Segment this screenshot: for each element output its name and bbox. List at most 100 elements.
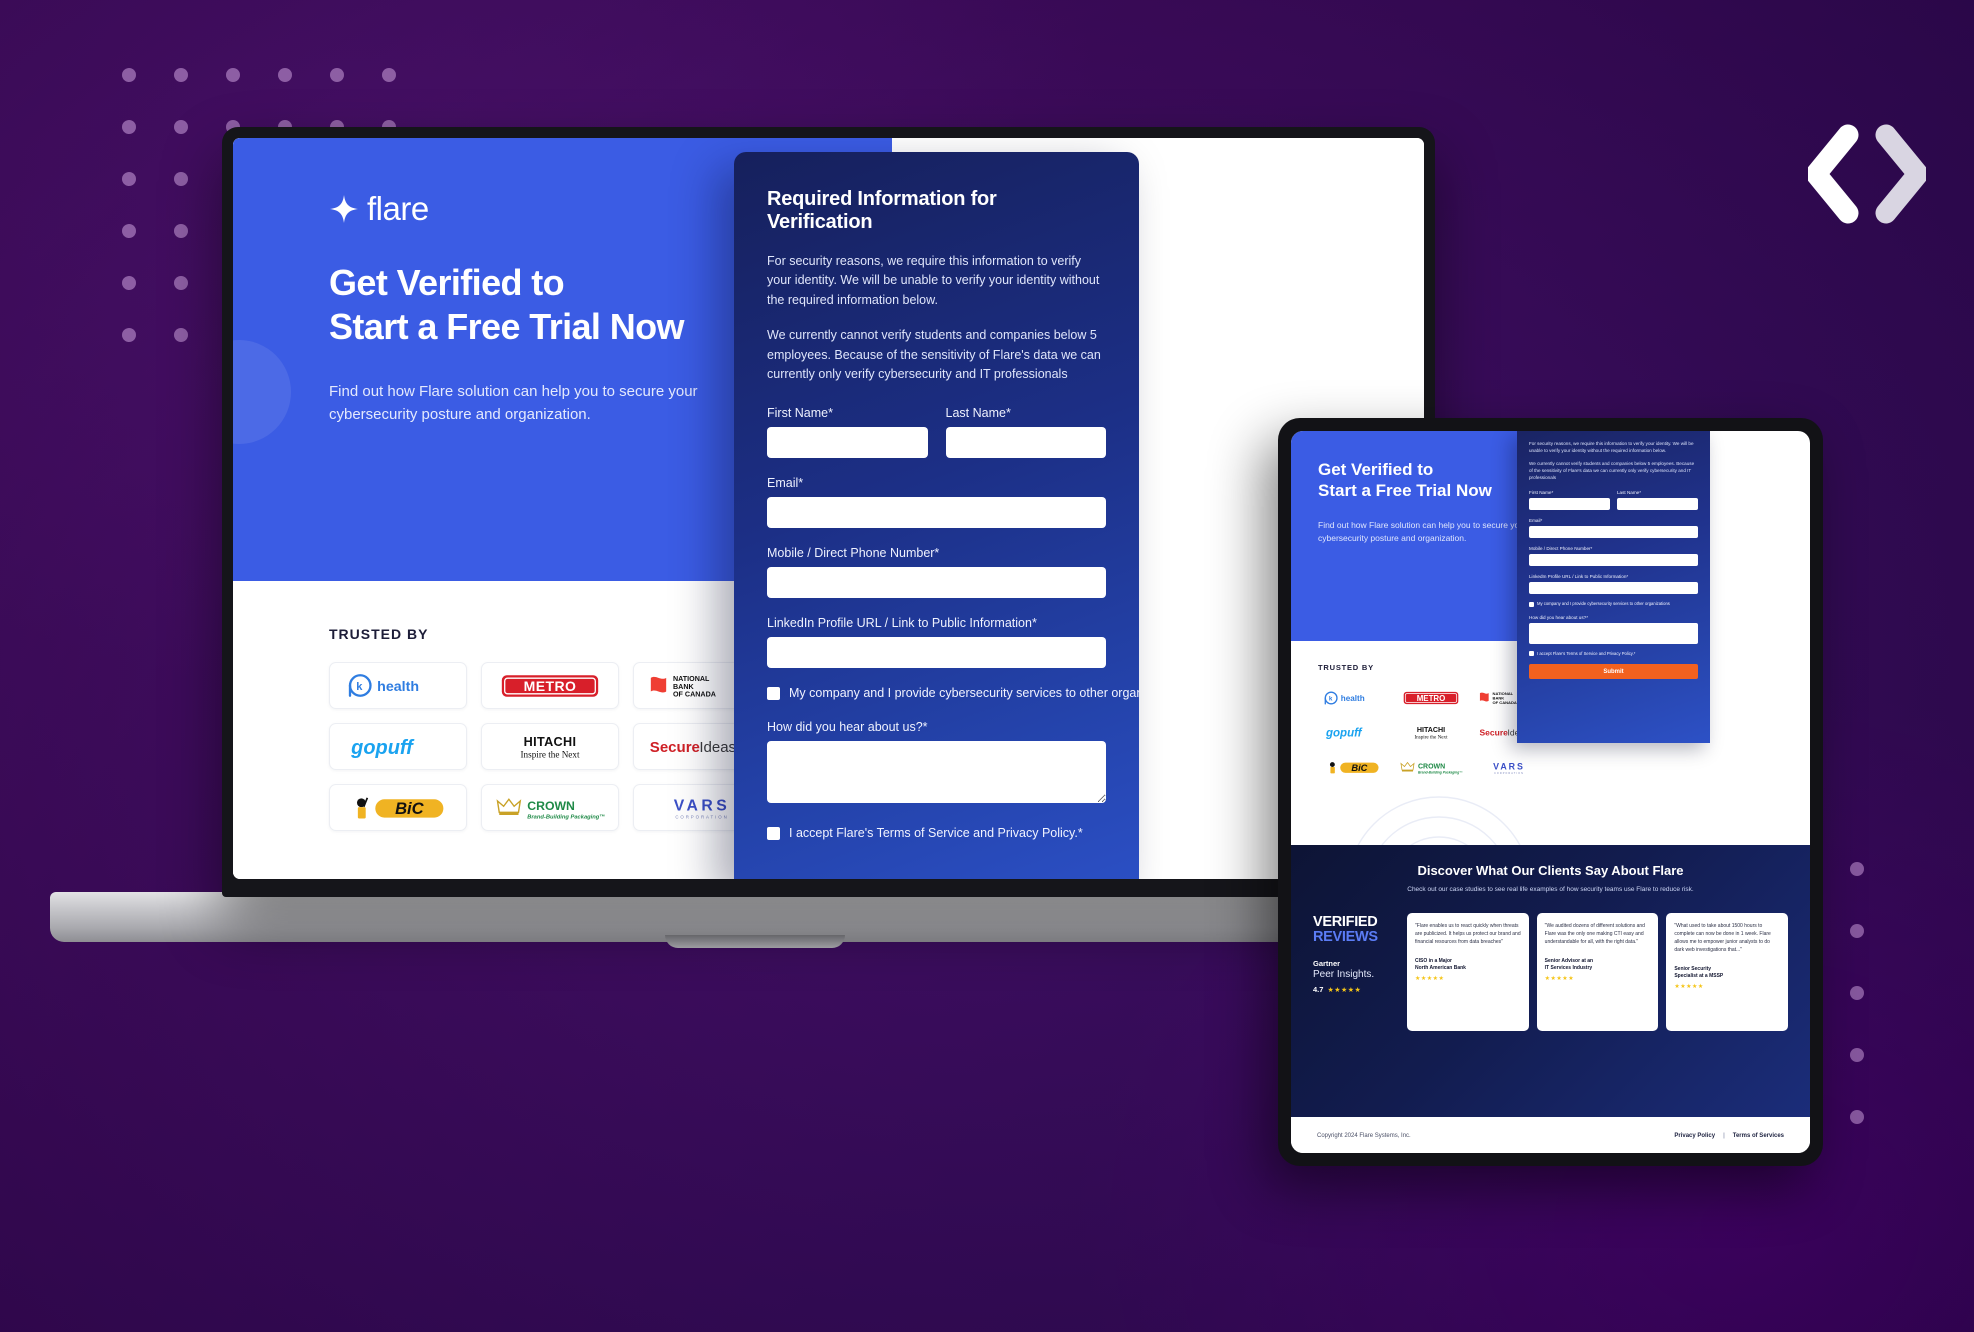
laptop-device: flare Get Verified to Start a Free Trial… [50, 127, 1460, 948]
svg-text:CORPORATION: CORPORATION [1494, 771, 1524, 774]
reviews-title: Discover What Our Clients Say About Flar… [1417, 863, 1684, 878]
page-title: Get Verified to Start a Free Trial Now [329, 261, 685, 349]
testimonial-author-line-2: IT Services Industry [1544, 965, 1593, 971]
review-rating: 4.7 ★★★★★ [1313, 985, 1397, 994]
tablet-terms-checkbox[interactable] [1529, 651, 1534, 657]
decorative-dot [226, 68, 240, 82]
terms-checkbox[interactable] [767, 826, 780, 840]
decorative-dot [122, 224, 136, 238]
linkedin-input[interactable] [767, 637, 1106, 669]
tablet-cybersecurity-services-checkbox[interactable] [1529, 601, 1534, 607]
submit-button[interactable]: Submit [1529, 664, 1698, 680]
metro-logo: METRO [1396, 684, 1466, 711]
crown-logo: CROWN Brand-Building Packaging™ [481, 784, 619, 831]
tablet-last-name-input[interactable] [1617, 498, 1698, 511]
review-source-sub: Peer Insights. [1313, 969, 1375, 981]
tablet-last-name-label: Last Name* [1617, 490, 1642, 496]
first-name-input[interactable] [767, 427, 928, 459]
tablet-linkedin-field-group: LinkedIn Profile URL / Link to Public In… [1529, 574, 1698, 595]
tablet-hero-subtitle: Find out how Flare solution can help you… [1318, 520, 1527, 544]
testimonial-quote: "We audited dozens of different solution… [1544, 923, 1645, 945]
svg-text:k: k [356, 681, 363, 693]
first-name-field-group: First Name* [767, 406, 928, 459]
trusted-by-label: TRUSTED BY [329, 626, 429, 642]
testimonial-card: "We audited dozens of different solution… [1536, 913, 1659, 1031]
terms-label: I accept Flare's Terms of Service and Pr… [789, 825, 1083, 840]
hero-subtitle: Find out how Flare solution can help you… [329, 383, 698, 424]
cybersecurity-services-checkbox[interactable] [767, 687, 780, 701]
tablet-hear-about-us-textarea[interactable] [1529, 622, 1698, 644]
decorative-dot [174, 120, 188, 134]
first-name-label: First Name* [767, 406, 833, 421]
svg-text:VARS: VARS [674, 797, 731, 814]
metro-logo: METRO [481, 662, 619, 709]
testimonial-author-line-1: CISO in a Major [1415, 958, 1452, 964]
decorative-dot [1850, 1048, 1864, 1062]
tablet-email-input[interactable] [1529, 526, 1698, 539]
svg-text:Brand-Building Packaging™: Brand-Building Packaging™ [1418, 771, 1463, 775]
svg-text:Inspire the Next: Inspire the Next [1414, 734, 1448, 740]
terms-checkbox-row[interactable]: I accept Flare's Terms of Service and Pr… [767, 826, 1106, 842]
laptop-bezel: flare Get Verified to Start a Free Trial… [222, 127, 1435, 897]
email-input[interactable] [767, 497, 1106, 529]
testimonial-author: Senior Security Specialist at a MSSP [1674, 966, 1780, 980]
tablet-hear-about-us-field-group: How did you hear about us?* [1529, 615, 1698, 644]
last-name-input[interactable] [945, 427, 1106, 459]
tablet-terms-checkbox-row[interactable]: I accept Flare's Terms of Service and Pr… [1529, 651, 1698, 657]
review-source-name: Gartner [1313, 959, 1341, 969]
tablet-first-name-label: First Name* [1529, 490, 1554, 496]
svg-text:OF CANADA: OF CANADA [1493, 700, 1517, 705]
svg-text:k: k [1329, 695, 1333, 702]
tablet-hear-about-us-label: How did you hear about us?* [1529, 614, 1588, 620]
cybersecurity-services-label: My company and I provide cybersecurity s… [789, 686, 1139, 701]
verified-label-line-1: VERIFIED [1313, 914, 1378, 930]
testimonial-card: "What used to take about 1500 hours to c… [1666, 913, 1789, 1031]
laptop-base [50, 892, 1460, 948]
decorative-dot [174, 172, 188, 186]
testimonial-author: Senior Advisor at an IT Services Industr… [1545, 958, 1651, 972]
hero-title-line-2: Start a Free Trial Now [329, 305, 685, 347]
cybersecurity-services-checkbox-row[interactable]: My company and I provide cybersecurity s… [767, 686, 1139, 702]
svg-text:CROWN: CROWN [1418, 764, 1445, 771]
tablet-last-name-field-group: Last Name* [1617, 490, 1698, 511]
decorative-dot [1850, 1110, 1864, 1124]
svg-text:Secure: Secure [1480, 728, 1509, 738]
tablet-first-name-field-group: First Name* [1529, 490, 1610, 511]
privacy-policy-link[interactable]: Privacy Policy [1674, 1133, 1715, 1139]
vars-logo: VARS CORPORATION [1474, 754, 1544, 781]
tablet-cybersecurity-services-checkbox-row[interactable]: My company and I provide cybersecurity s… [1529, 601, 1698, 607]
hear-about-us-field-group: How did you hear about us?* [767, 720, 1106, 808]
linkedin-field-group: LinkedIn Profile URL / Link to Public In… [767, 616, 1106, 669]
decorative-dot [122, 120, 136, 134]
svg-text:HITACHI: HITACHI [1417, 726, 1445, 734]
phone-input[interactable] [767, 567, 1106, 599]
footer-separator: | [1723, 1133, 1725, 1139]
tablet-phone-input[interactable] [1529, 554, 1698, 567]
brand-logo[interactable]: flare [329, 190, 429, 228]
tablet-linkedin-input[interactable] [1529, 582, 1698, 595]
testimonial-stars-icon: ★★★★★ [1544, 976, 1575, 982]
tablet-trusted-by-label: TRUSTED BY [1318, 663, 1374, 672]
footer-copyright: Copyright 2024 Flare Systems, Inc. [1317, 1133, 1411, 1139]
form-paragraph-1: For security reasons, we require this in… [767, 254, 1100, 307]
testimonial-author-line-2: Specialist at a MSSP [1674, 973, 1724, 979]
email-label: Email* [767, 476, 804, 491]
k-health-logo: k health [1318, 684, 1388, 711]
testimonial-author-line-2: North American Bank [1415, 965, 1466, 971]
tablet-phone-label: Mobile / Direct Phone Number* [1529, 546, 1593, 552]
testimonial-card: "Flare enables us to react quickly when … [1407, 913, 1529, 1031]
testimonial-quote: "What used to take about 1500 hours to c… [1674, 923, 1771, 953]
tablet-device: Get Verified to Start a Free Trial Now F… [1278, 418, 1823, 1166]
svg-text:Inspire the Next: Inspire the Next [521, 749, 580, 759]
hear-about-us-textarea[interactable] [767, 740, 1106, 803]
hitachi-logo: HITACHI Inspire the Next [1396, 719, 1466, 746]
decorative-dot [174, 276, 188, 290]
bic-logo: BiC [1318, 754, 1388, 781]
page-footer: Copyright 2024 Flare Systems, Inc. Priva… [1291, 1119, 1810, 1153]
tablet-first-name-input[interactable] [1529, 498, 1610, 511]
tablet-email-label: Email* [1529, 518, 1543, 524]
tablet-form-paragraph-2: We currently cannot verify students and … [1529, 460, 1695, 480]
terms-of-services-link[interactable]: Terms of Services [1733, 1133, 1784, 1139]
svg-text:gopuff: gopuff [350, 736, 415, 758]
svg-text:METRO: METRO [524, 677, 577, 693]
